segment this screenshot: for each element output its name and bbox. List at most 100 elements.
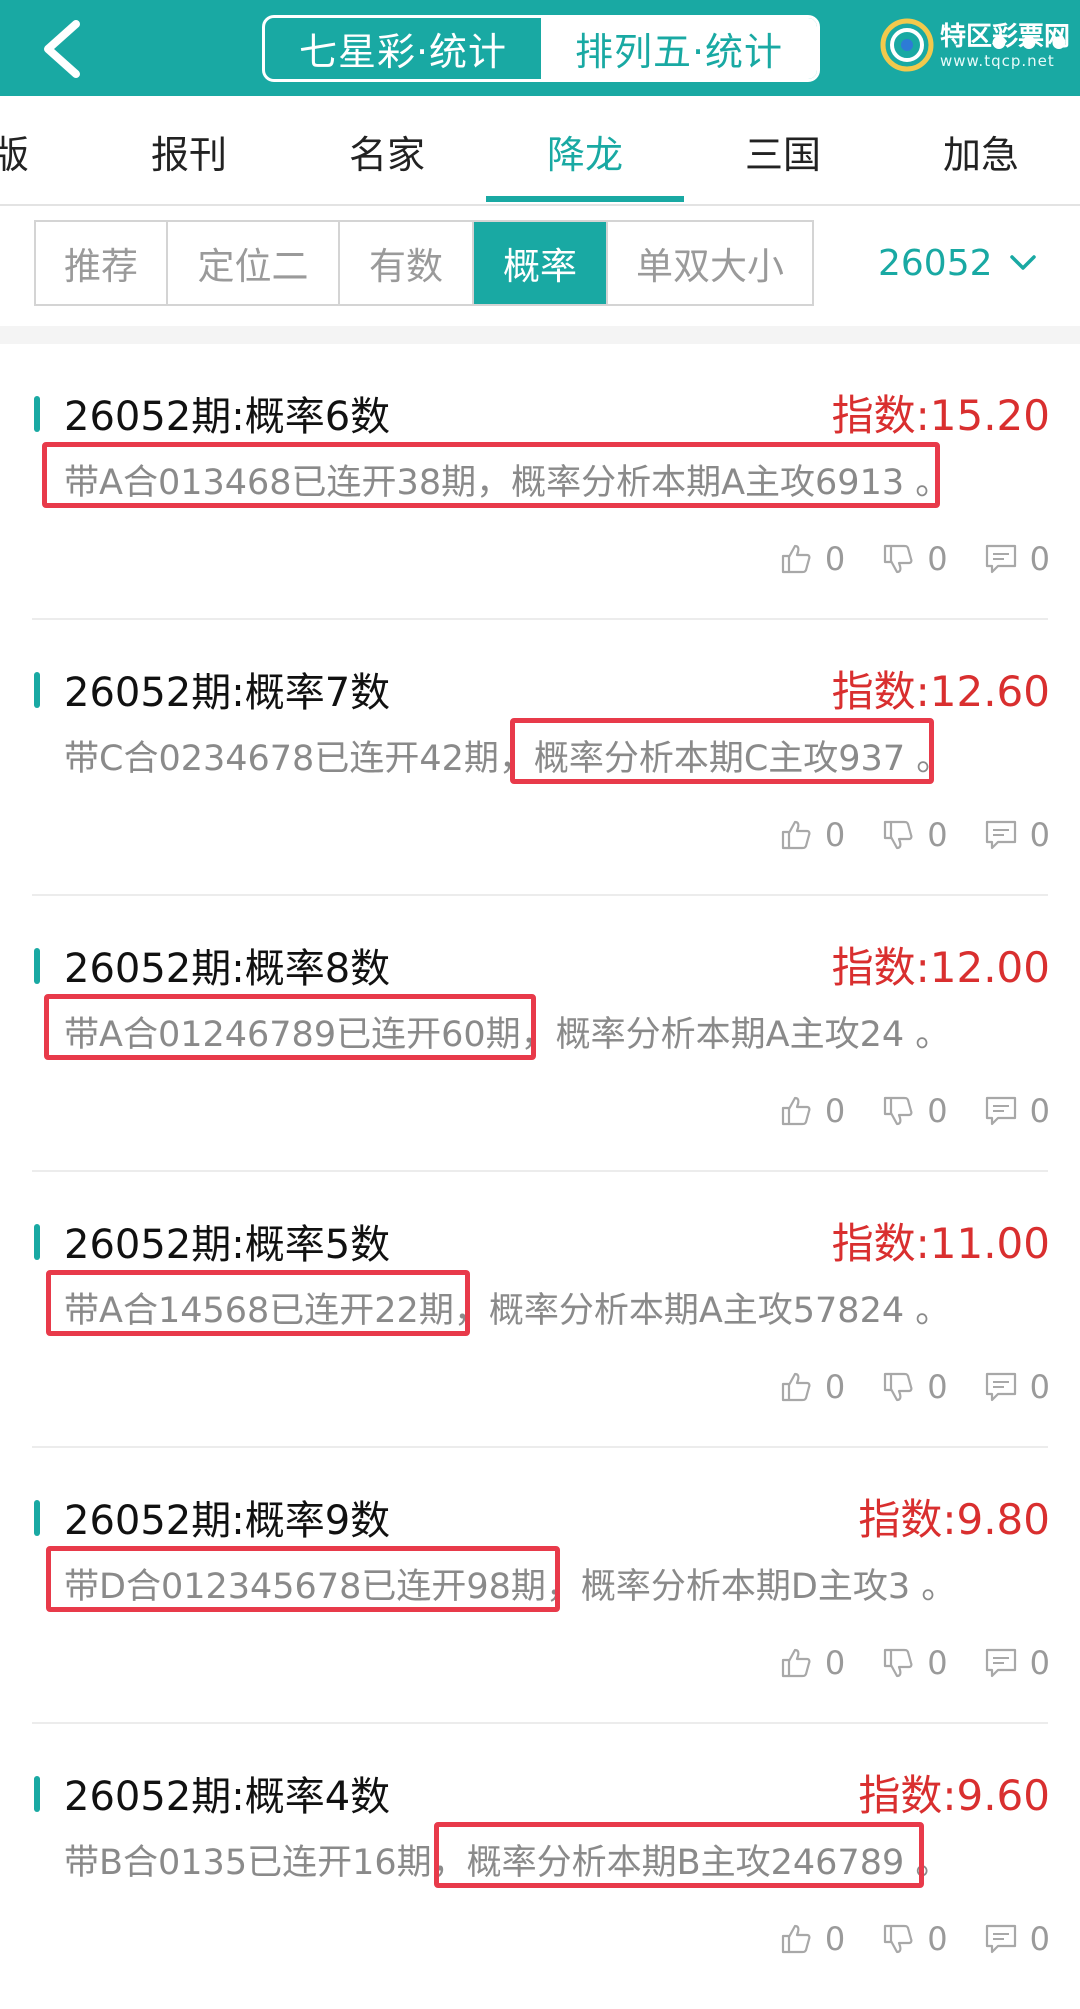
like-count: 0	[824, 816, 846, 854]
card-title: 26052期:概率8数	[64, 946, 391, 992]
dislike-button[interactable]: 0	[881, 1368, 948, 1406]
like-button[interactable]: 0	[779, 1092, 845, 1130]
tab-baokan[interactable]: 报刊	[90, 96, 288, 206]
active-tab-indicator	[486, 196, 684, 202]
logo-swirl-icon	[880, 18, 934, 72]
more-icon[interactable]: •••	[986, 23, 1076, 67]
card-actions: 0 0 0	[779, 1920, 1050, 1958]
issue-number: 26052	[878, 242, 993, 284]
dislike-count: 0	[927, 1092, 948, 1130]
thumbs-up-icon	[781, 544, 811, 574]
card-index: 指数:9.80	[858, 1495, 1050, 1544]
tab-pailiewu-stats[interactable]: 排列五·统计	[541, 18, 817, 79]
thumbs-down-icon	[884, 1372, 913, 1402]
comment-icon	[985, 1924, 1016, 1954]
section-gap	[0, 326, 1080, 344]
comment-button[interactable]: 0	[984, 1920, 1050, 1958]
list-item[interactable]: 26052期:概率5数 指数:11.00 带A合14568已连开22期，概率分析…	[0, 1172, 1080, 1448]
like-button[interactable]: 0	[779, 540, 845, 578]
comment-icon	[985, 1648, 1016, 1678]
card-title: 26052期:概率5数	[64, 1222, 391, 1268]
thumbs-down-icon	[884, 1096, 913, 1126]
like-count: 0	[824, 1920, 846, 1958]
comment-button[interactable]: 0	[984, 1092, 1050, 1130]
thumbs-up-icon	[781, 1096, 811, 1126]
thumbs-up-icon	[781, 1648, 811, 1678]
comment-button[interactable]: 0	[984, 1368, 1050, 1406]
tab-ban[interactable]: 版	[0, 96, 50, 206]
list-item[interactable]: 26052期:概率7数 指数:12.60 带C合0234678已连开42期，概率…	[0, 620, 1080, 896]
thumbs-down-icon	[884, 820, 913, 850]
subtab-tuijian[interactable]: 推荐	[36, 222, 168, 304]
comment-count: 0	[1029, 1368, 1050, 1406]
tab-qixingcai-stats[interactable]: 七星彩·统计	[265, 18, 541, 79]
lottery-switch: 七星彩·统计 排列五·统计	[262, 15, 820, 82]
comment-count: 0	[1029, 1920, 1050, 1958]
dislike-button[interactable]: 0	[881, 540, 948, 578]
list-item[interactable]: 26052期:概率4数 指数:9.60 带B合0135已连开16期，概率分析本期…	[0, 1724, 1080, 2000]
card-title: 26052期:概率4数	[64, 1774, 391, 1820]
tab-jiaji[interactable]: 加急	[882, 96, 1080, 206]
list-item[interactable]: 26052期:概率9数 指数:9.80 带D合012345678已连开98期，概…	[0, 1448, 1080, 1724]
dislike-count: 0	[927, 816, 948, 854]
card-actions: 0 0 0	[779, 1092, 1050, 1130]
card-index: 指数:9.60	[858, 1771, 1050, 1820]
card-index: 指数:11.00	[831, 1219, 1050, 1268]
thumbs-down-icon	[884, 1648, 913, 1678]
card-index: 指数:12.00	[831, 943, 1050, 992]
dislike-button[interactable]: 0	[881, 816, 948, 854]
comment-button[interactable]: 0	[984, 816, 1050, 854]
card-actions: 0 0 0	[779, 1368, 1050, 1406]
subtab-youshu[interactable]: 有数	[340, 222, 474, 304]
card-title: 26052期:概率6数	[64, 394, 391, 440]
dislike-count: 0	[927, 1368, 948, 1406]
title-accent-bar	[34, 1224, 40, 1260]
card-index: 指数:12.60	[831, 667, 1050, 716]
comment-count: 0	[1029, 816, 1050, 854]
dislike-button[interactable]: 0	[881, 1092, 948, 1130]
list-item[interactable]: 26052期:概率6数 指数:15.20 带A合013468已连开38期，概率分…	[0, 344, 1080, 620]
issue-dropdown[interactable]: 26052	[878, 220, 1037, 306]
like-button[interactable]: 0	[779, 1920, 845, 1958]
like-button[interactable]: 0	[779, 1644, 845, 1682]
dislike-button[interactable]: 0	[881, 1920, 948, 1958]
subtab-danshuangdaxiao[interactable]: 单双大小	[608, 222, 812, 304]
subtab-gailv[interactable]: 概率	[474, 222, 608, 304]
list-item[interactable]: 26052期:概率8数 指数:12.00 带A合01246789已连开60期，概…	[0, 896, 1080, 1172]
highlight-box	[434, 1822, 924, 1888]
dislike-count: 0	[927, 1920, 948, 1958]
tab-sanguo[interactable]: 三国	[684, 96, 882, 206]
sub-tabs: 推荐 定位二 有数 概率 单双大小	[34, 220, 814, 306]
like-count: 0	[824, 1644, 846, 1682]
card-actions: 0 0 0	[779, 540, 1050, 578]
thumbs-up-icon	[781, 1372, 811, 1402]
subtab-dingweier[interactable]: 定位二	[168, 222, 340, 304]
highlight-box	[42, 442, 940, 508]
comment-button[interactable]: 0	[984, 1644, 1050, 1682]
highlight-box	[46, 1270, 470, 1336]
thumbs-down-icon	[884, 544, 913, 574]
comment-icon	[985, 1372, 1016, 1402]
comment-icon	[985, 544, 1016, 574]
title-accent-bar	[34, 1500, 40, 1536]
tab-xianglong[interactable]: 降龙	[486, 96, 684, 206]
like-count: 0	[824, 1092, 846, 1130]
thumbs-down-icon	[884, 1924, 913, 1954]
dislike-button[interactable]: 0	[881, 1644, 948, 1682]
back-button[interactable]	[26, 14, 96, 84]
sub-tab-row: 推荐 定位二 有数 概率 单双大小 26052	[0, 206, 1080, 326]
card-actions: 0 0 0	[779, 1644, 1050, 1682]
card-title: 26052期:概率7数	[64, 670, 391, 716]
dislike-count: 0	[927, 1644, 948, 1682]
comment-count: 0	[1029, 540, 1050, 578]
title-accent-bar	[34, 948, 40, 984]
card-title: 26052期:概率9数	[64, 1498, 391, 1544]
like-button[interactable]: 0	[779, 1368, 845, 1406]
comment-button[interactable]: 0	[984, 540, 1050, 578]
like-count: 0	[824, 540, 846, 578]
chevron-left-icon	[44, 20, 80, 78]
like-button[interactable]: 0	[779, 816, 845, 854]
tab-mingjia[interactable]: 名家	[288, 96, 486, 206]
top-header: 七星彩·统计 排列五·统计 特区彩票网 www.tqcp.net •••	[0, 0, 1080, 96]
title-accent-bar	[34, 1776, 40, 1812]
